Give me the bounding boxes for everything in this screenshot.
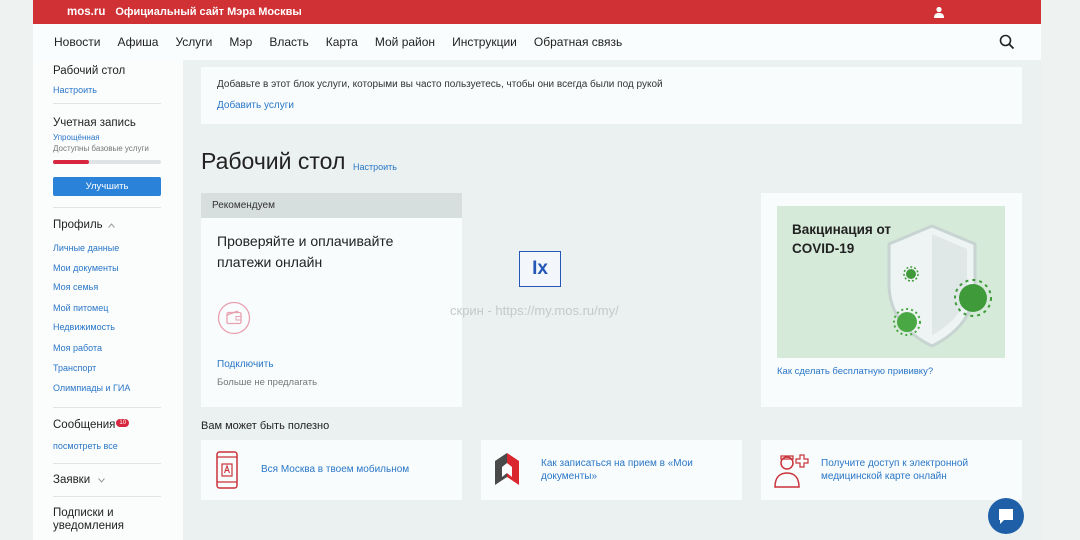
divider xyxy=(53,103,161,104)
shortcuts-card: Добавьте в этот блок услуги, которыми вы… xyxy=(201,67,1022,124)
messages-count-badge: 10 xyxy=(116,419,130,427)
nav-item-map[interactable]: Карта xyxy=(326,35,358,49)
nav-item-feedback[interactable]: Обратная связь xyxy=(534,35,622,49)
chat-button[interactable] xyxy=(988,498,1024,534)
useful-card-text: Как записаться на прием в «Мои документы… xyxy=(541,458,693,482)
account-note: Доступны базовые услуги xyxy=(53,144,149,153)
useful-heading: Вам может быть полезно xyxy=(201,420,330,432)
shield-virus-icon xyxy=(887,224,992,348)
sidebar-profile-heading[interactable]: Профиль xyxy=(53,219,115,231)
useful-card-text: Вся Москва в твоем мобильном xyxy=(261,464,410,475)
useful-card-my-documents[interactable]: Как записаться на прием в «Мои документы… xyxy=(481,440,742,500)
messages-label: Сообщения xyxy=(53,419,116,431)
divider xyxy=(53,407,161,408)
site-logo[interactable]: mos.ru xyxy=(67,6,105,18)
profile-link-real-estate[interactable]: Недвижимость xyxy=(53,322,115,332)
sidebar-desktop-heading[interactable]: Рабочий стол xyxy=(53,65,125,77)
chevron-up-icon xyxy=(107,223,115,228)
recommend-title: Проверяйте и оплачивайте платежи онлайн xyxy=(217,233,394,270)
sidebar-desktop-settings-link[interactable]: Настроить xyxy=(53,85,97,95)
site-title[interactable]: Официальный сайт Мэра Москвы xyxy=(115,6,301,18)
sidebar-messages-heading[interactable]: Сообщения 10 xyxy=(53,419,130,431)
nav-item-afisha[interactable]: Афиша xyxy=(117,35,158,49)
nav-item-my-district[interactable]: Мой район xyxy=(375,35,435,49)
page-title: Рабочий стол xyxy=(201,148,346,174)
wallet-icon xyxy=(217,301,251,335)
chat-icon xyxy=(999,509,1013,524)
profile-link-personal-data[interactable]: Личные данные xyxy=(53,243,119,253)
useful-card-medical-record[interactable]: Получите доступ к электронной медицинско… xyxy=(761,440,1022,500)
profile-link-olympiads[interactable]: Олимпиады и ГИА xyxy=(53,383,130,393)
nav-item-instructions[interactable]: Инструкции xyxy=(452,35,517,49)
add-services-link[interactable]: Добавить услуги xyxy=(217,100,294,111)
vaccination-title: Вакцинация от COVID-19 xyxy=(792,222,892,256)
nav-item-news[interactable]: Новости xyxy=(54,35,100,49)
dismiss-link[interactable]: Больше не предлагать xyxy=(217,377,317,388)
useful-card-mobile[interactable]: Вся Москва в твоем мобильном xyxy=(201,440,462,500)
main-nav: Новости Афиша Услуги Мэр Власть Карта Мо… xyxy=(33,24,1041,60)
vaccination-link[interactable]: Как сделать бесплатную прививку? xyxy=(777,366,933,377)
nav-item-government[interactable]: Власть xyxy=(269,35,308,49)
nav-item-services[interactable]: Услуги xyxy=(175,35,212,49)
profile-link-my-documents[interactable]: Мои документы xyxy=(53,263,119,273)
shortcuts-hint: Добавьте в этот блок услуги, которыми вы… xyxy=(217,79,663,90)
user-icon[interactable] xyxy=(933,6,945,18)
page: mos.ru Официальный сайт Мэра Москвы Ново… xyxy=(33,0,1041,540)
doctor-icon xyxy=(774,454,809,488)
sidebar: Рабочий стол Настроить Учетная запись Уп… xyxy=(33,60,183,540)
useful-card-text: Получите доступ к электронной медицинско… xyxy=(821,458,969,482)
desktop-settings-link[interactable]: Настроить xyxy=(353,162,397,172)
profile-link-my-family[interactable]: Моя семья xyxy=(53,282,98,292)
vaccination-card[interactable]: Вакцинация от COVID-19 Как сделать беспл… xyxy=(761,193,1022,407)
mobile-app-icon xyxy=(216,451,238,489)
top-bar: mos.ru Официальный сайт Мэра Москвы xyxy=(33,0,1041,24)
recommend-card: Рекомендуем Проверяйте и оплачивайте пла… xyxy=(201,193,462,407)
sidebar-subscriptions-heading[interactable]: Подписки и уведомления xyxy=(53,507,143,533)
my-documents-logo-icon xyxy=(495,453,519,485)
messages-view-all-link[interactable]: посмотреть все xyxy=(53,441,118,451)
chevron-down-icon xyxy=(98,478,106,483)
divider xyxy=(53,496,161,497)
watermark-text: скрин - https://my.mos.ru/my/ xyxy=(450,303,619,318)
sidebar-requests-heading[interactable]: Заявки xyxy=(53,474,106,486)
account-type: Упрощённая xyxy=(53,133,100,142)
search-icon[interactable] xyxy=(999,34,1015,50)
sidebar-account-heading: Учетная запись xyxy=(53,117,136,129)
recommend-header: Рекомендуем xyxy=(201,193,462,218)
divider xyxy=(53,207,161,208)
account-progress-bar xyxy=(53,160,161,164)
connect-link[interactable]: Подключить xyxy=(217,359,274,370)
upgrade-button[interactable]: Улучшить xyxy=(53,177,161,196)
divider xyxy=(53,463,161,464)
requests-label: Заявки xyxy=(53,474,91,486)
nav-item-mayor[interactable]: Мэр xyxy=(229,35,252,49)
profile-label: Профиль xyxy=(53,219,103,231)
watermark-logo: Ix xyxy=(519,251,561,287)
account-progress-fill xyxy=(53,160,89,164)
profile-link-transport[interactable]: Транспорт xyxy=(53,363,96,373)
vaccination-banner[interactable]: Вакцинация от COVID-19 xyxy=(777,206,1005,358)
profile-link-my-pet[interactable]: Мой питомец xyxy=(53,303,108,313)
profile-link-my-work[interactable]: Моя работа xyxy=(53,343,102,353)
